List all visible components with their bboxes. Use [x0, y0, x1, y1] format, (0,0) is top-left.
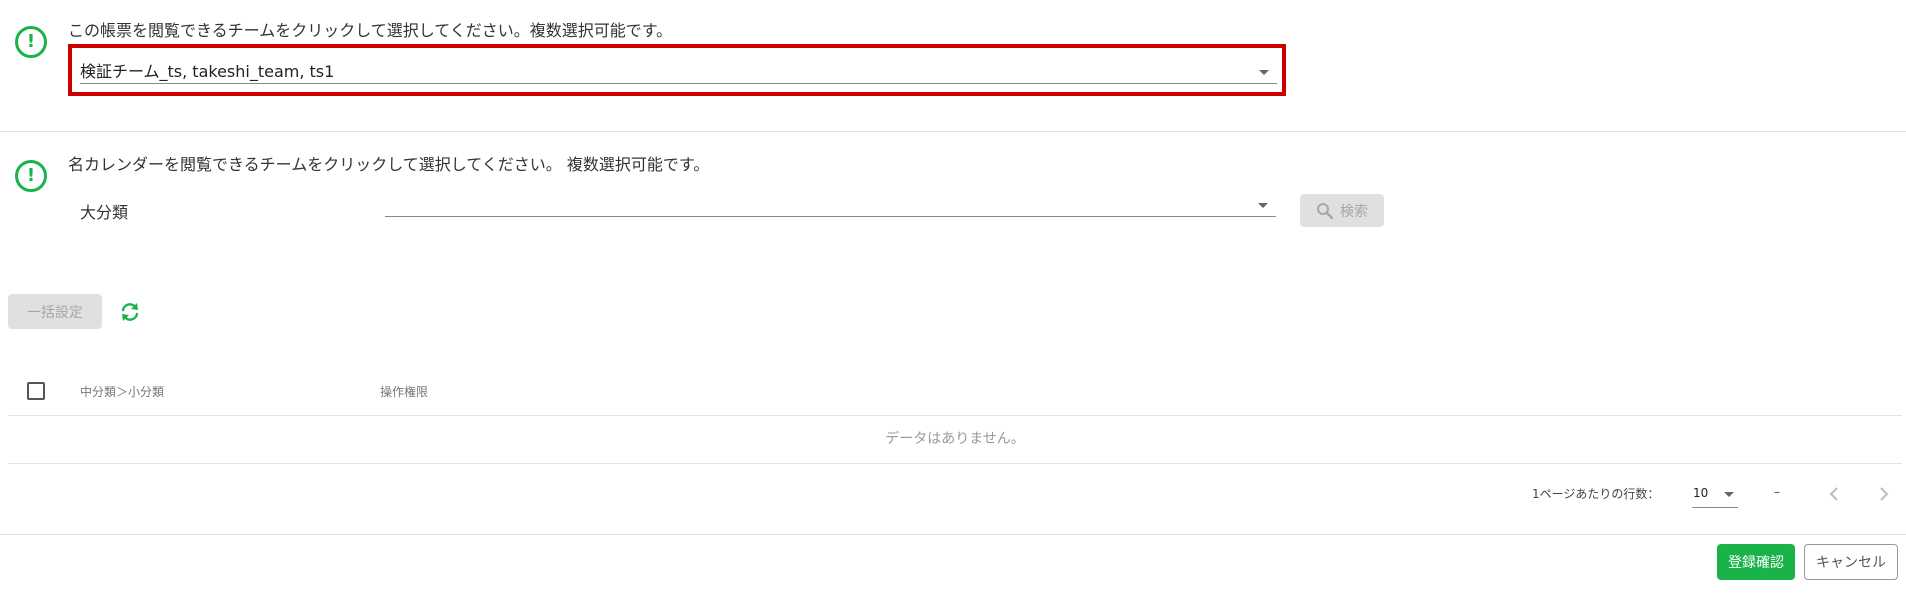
rows-per-page-label: 1ページあたりの行数： — [1532, 487, 1660, 501]
bulk-setting-button[interactable]: 一括設定 — [8, 294, 102, 329]
calendar-instruction: 名カレンダーを閲覧できるチームをクリックして選択してください。 複数選択可能です… — [68, 155, 710, 174]
search-icon — [1317, 202, 1334, 219]
page-range: – — [1774, 485, 1780, 499]
previous-page-icon[interactable] — [1826, 482, 1842, 506]
search-button[interactable]: 検索 — [1300, 194, 1384, 227]
info-icon: ! — [15, 26, 47, 58]
footer-divider — [0, 534, 1906, 535]
rows-per-page-value: 10 — [1693, 486, 1709, 500]
chevron-down-icon — [1724, 492, 1734, 497]
category-select[interactable] — [385, 194, 1276, 217]
section-divider — [0, 131, 1906, 132]
team-select-value: 検証チーム_ts, takeshi_team, ts1 — [80, 62, 335, 81]
empty-message: データはありません。 — [885, 431, 1025, 447]
column-header-category[interactable]: 中分類＞小分類 — [80, 383, 164, 400]
table-header-divider — [8, 415, 1902, 416]
next-page-icon[interactable] — [1876, 482, 1892, 506]
cancel-button[interactable]: キャンセル — [1804, 544, 1898, 580]
chevron-down-icon — [1259, 70, 1269, 75]
category-label: 大分類 — [80, 203, 129, 222]
column-header-permission[interactable]: 操作権限 — [380, 383, 428, 400]
search-button-label: 検索 — [1340, 203, 1368, 220]
info-icon: ! — [15, 160, 47, 192]
team-instruction: この帳票を閲覧できるチームをクリックして選択してください。複数選択可能です。 — [68, 21, 673, 40]
table-bottom-divider — [8, 463, 1902, 464]
team-select[interactable]: 検証チーム_ts, takeshi_team, ts1 — [80, 56, 1277, 84]
rows-per-page-select[interactable]: 10 — [1692, 482, 1738, 508]
chevron-down-icon — [1258, 203, 1268, 208]
confirm-button[interactable]: 登録確認 — [1717, 544, 1795, 580]
select-all-checkbox[interactable] — [27, 382, 45, 400]
refresh-icon[interactable] — [119, 301, 141, 323]
